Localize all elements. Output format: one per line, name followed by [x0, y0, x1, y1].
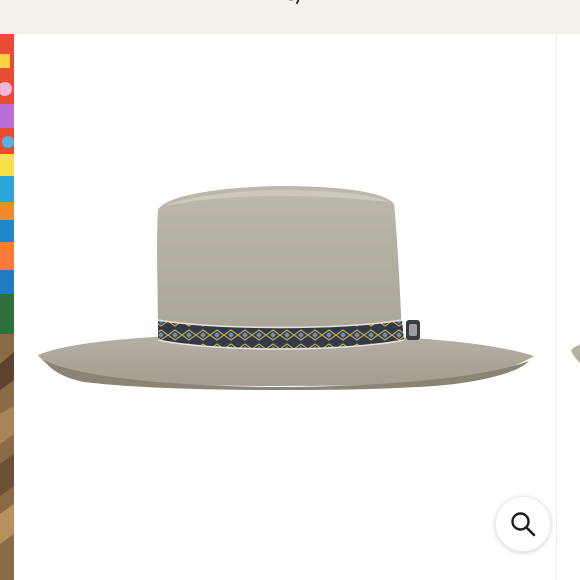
zoom-button[interactable]	[495, 496, 551, 552]
wide-brim-felt-hat	[38, 186, 534, 390]
magnifier-icon	[511, 512, 536, 537]
colorful-painting-partial	[0, 34, 14, 580]
next-slide[interactable]	[556, 34, 580, 580]
hat-partial	[571, 344, 580, 363]
product-image-carousel[interactable]	[0, 34, 580, 580]
script-logo-icon[interactable]	[278, 0, 308, 8]
main-slide[interactable]	[14, 34, 554, 580]
site-header	[0, 0, 580, 35]
previous-slide[interactable]	[0, 34, 14, 580]
